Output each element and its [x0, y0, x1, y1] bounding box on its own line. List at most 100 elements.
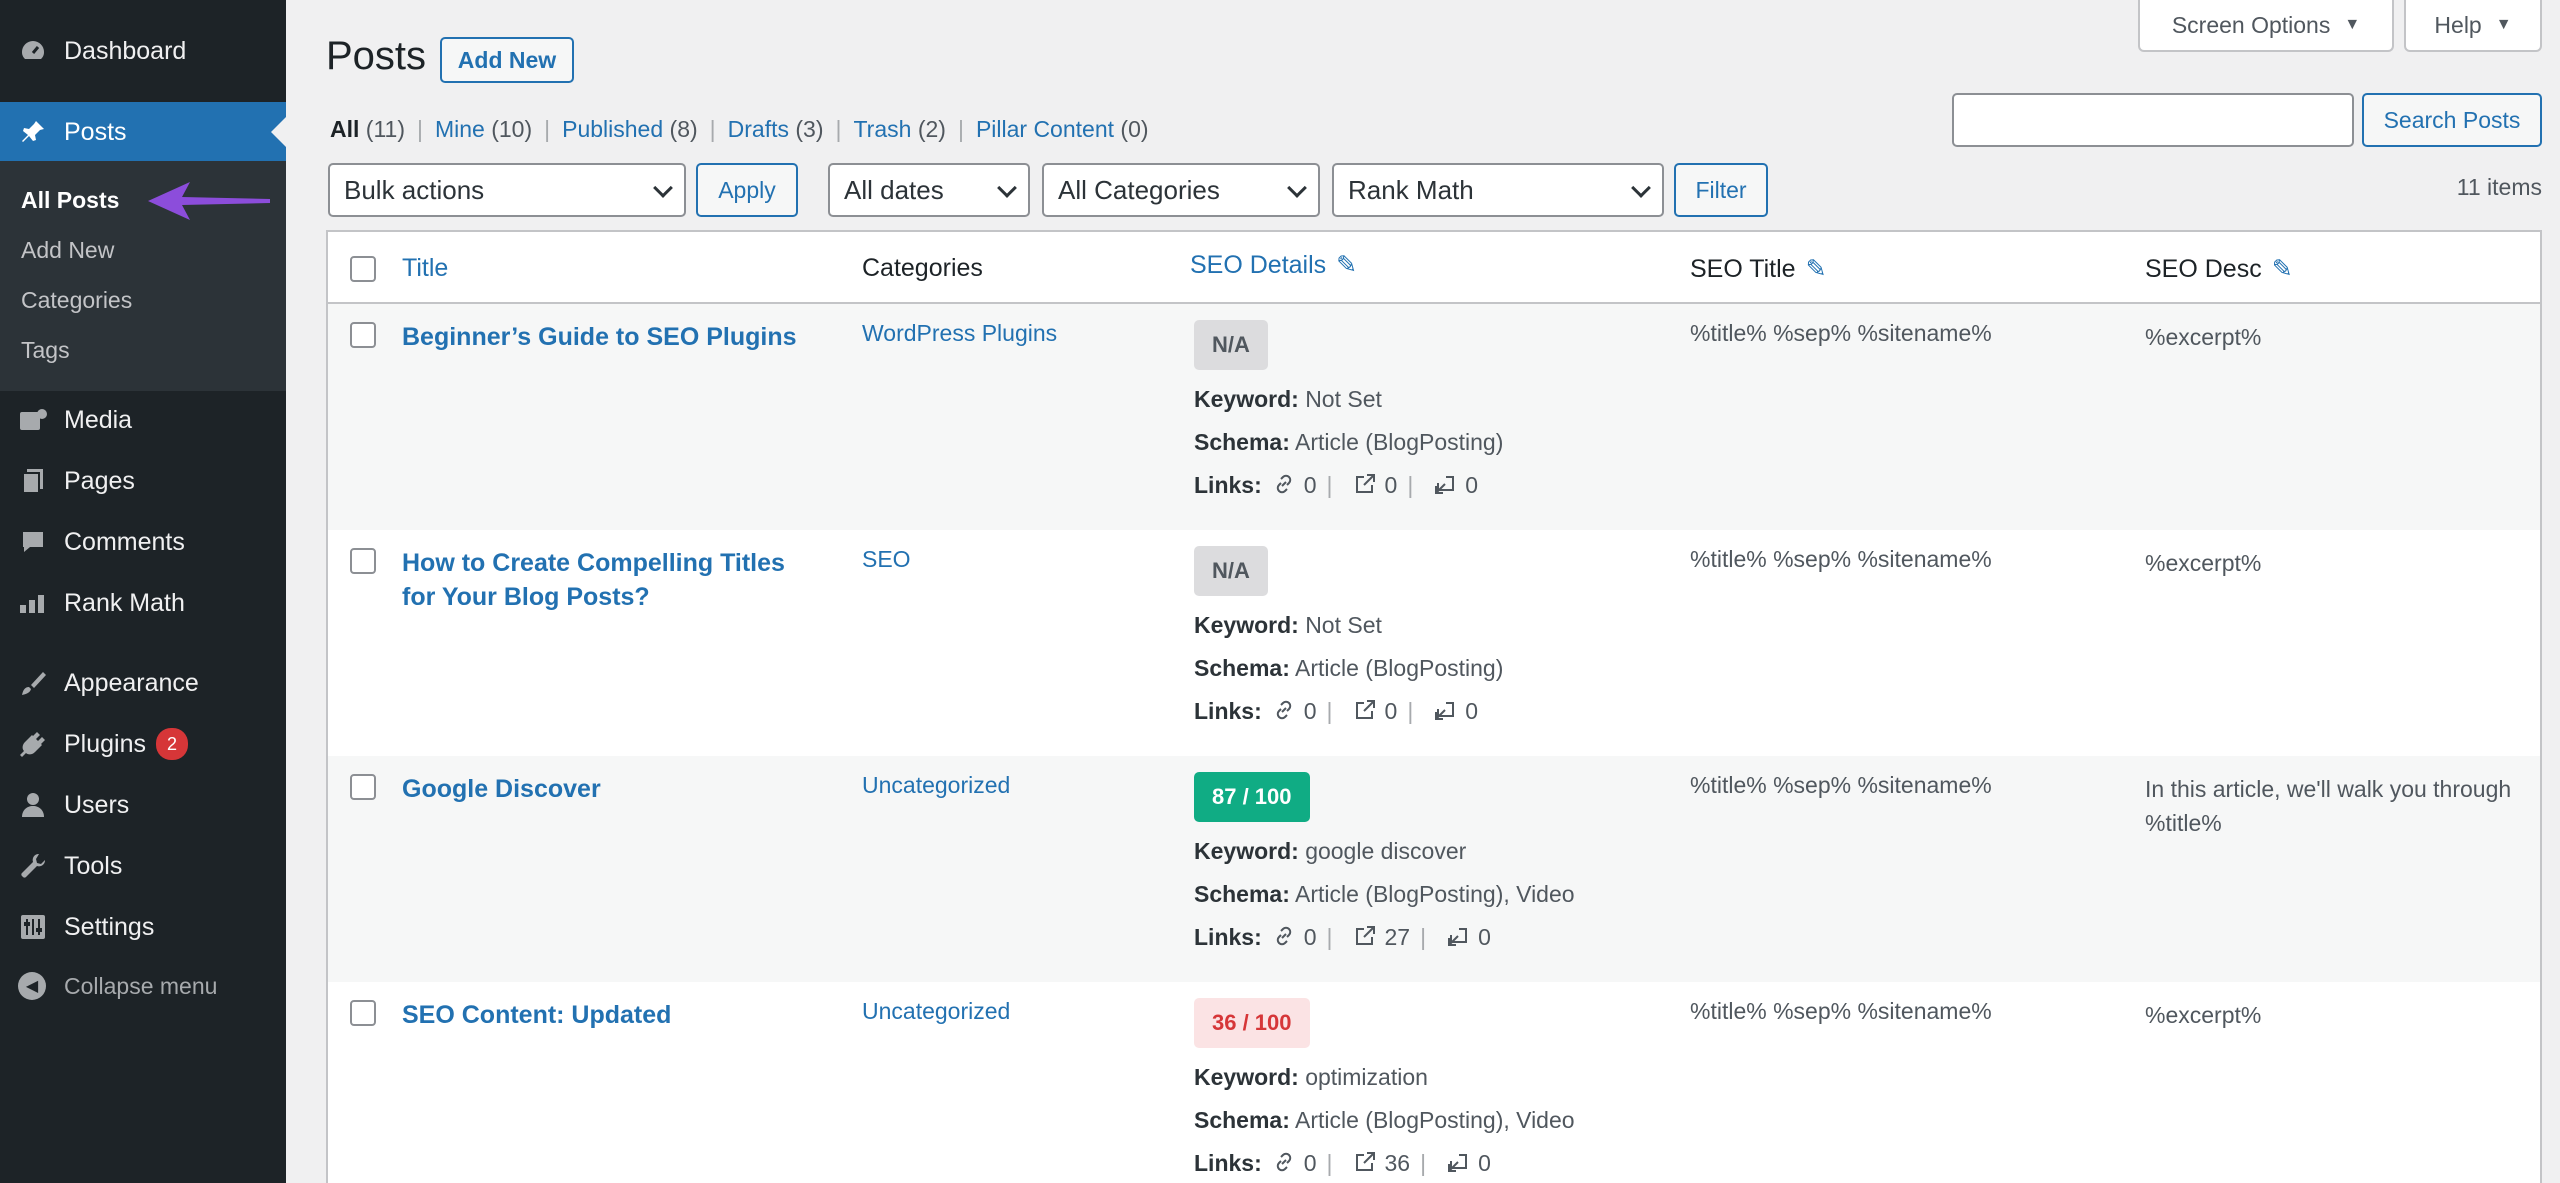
menu-appearance[interactable]: Appearance: [0, 653, 286, 713]
menu-label: Pages: [64, 466, 135, 495]
help-button[interactable]: Help ▼: [2404, 0, 2542, 52]
keyword-label: Keyword:: [1194, 1064, 1299, 1090]
post-title-link[interactable]: SEO Content: Updated: [402, 998, 802, 1032]
internal-links-count: 0: [1303, 1150, 1317, 1177]
view-drafts[interactable]: Drafts: [728, 116, 789, 142]
plugin-update-badge: 2: [156, 728, 188, 760]
menu-rank-math[interactable]: Rank Math: [0, 573, 286, 633]
links-line: Links: 0 | 36 | 0: [1194, 1150, 1491, 1180]
incoming-link-icon: [1446, 1150, 1470, 1180]
external-link-icon: [1353, 472, 1377, 502]
screen-options-button[interactable]: Screen Options ▼: [2138, 0, 2394, 52]
incoming-links-count: 0: [1465, 472, 1479, 499]
row-checkbox[interactable]: [350, 774, 376, 800]
incoming-link-icon: [1446, 924, 1470, 954]
post-title-link[interactable]: How to Create Compelling Titles for Your…: [402, 546, 802, 614]
link-icon: [1272, 472, 1296, 502]
row-checkbox[interactable]: [350, 1000, 376, 1026]
keyword-line: Keyword: Not Set: [1194, 612, 1382, 639]
submenu-add-new[interactable]: Add New: [21, 237, 114, 264]
seo-title-value: %title% %sep% %sitename%: [1690, 772, 1992, 798]
page-title: Posts: [326, 34, 427, 78]
view-trash[interactable]: Trash: [853, 116, 911, 142]
menu-plugins[interactable]: Plugins 2: [0, 714, 286, 774]
post-title-link[interactable]: Beginner’s Guide to SEO Plugins: [402, 320, 802, 354]
menu-comments[interactable]: Comments: [0, 512, 286, 572]
links-label: Links:: [1194, 1150, 1262, 1177]
menu-posts[interactable]: Posts: [0, 102, 286, 162]
pages-icon: [18, 466, 48, 496]
view-all[interactable]: All: [330, 116, 359, 142]
row-checkbox[interactable]: [350, 322, 376, 348]
external-link-icon: [1353, 1150, 1377, 1180]
dates-select[interactable]: All dates: [828, 163, 1030, 217]
column-categories: Categories: [862, 254, 983, 282]
schema-value: Article (BlogPosting): [1295, 655, 1504, 681]
pencil-icon[interactable]: ✎: [1336, 250, 1357, 280]
incoming-links-count: 0: [1478, 1150, 1491, 1177]
comments-icon: [18, 527, 48, 557]
seo-score-badge: 87 / 100: [1194, 772, 1310, 822]
links-line: Links: 0 | 0 | 0: [1194, 472, 1478, 502]
schema-label: Schema:: [1194, 881, 1290, 907]
pencil-icon[interactable]: ✎: [1806, 254, 1827, 284]
submenu-tags[interactable]: Tags: [21, 337, 70, 364]
menu-pages[interactable]: Pages: [0, 451, 286, 511]
post-status-views: All (11) | Mine (10) | Published (8) | Drafts …: [330, 116, 1149, 142]
links-label: Links:: [1194, 472, 1262, 499]
post-category-link[interactable]: SEO: [862, 546, 911, 573]
media-icon: [18, 405, 48, 435]
menu-settings[interactable]: Settings: [0, 897, 286, 957]
menu-tools[interactable]: Tools: [0, 836, 286, 896]
filter-button[interactable]: Filter: [1674, 163, 1768, 217]
links-label: Links:: [1194, 698, 1262, 725]
add-new-button[interactable]: Add New: [440, 37, 574, 83]
internal-links-count: 0: [1303, 924, 1317, 951]
submenu-all-posts[interactable]: All Posts: [21, 187, 119, 214]
seo-score-badge: N/A: [1194, 546, 1268, 596]
view-mine[interactable]: Mine: [435, 116, 485, 142]
submenu-categories[interactable]: Categories: [21, 287, 132, 314]
incoming-links-count: 0: [1465, 698, 1479, 725]
post-title-link[interactable]: Google Discover: [402, 772, 802, 806]
seo-title-value: %title% %sep% %sitename%: [1690, 998, 1992, 1024]
links-line: Links: 0 | 0 | 0: [1194, 698, 1478, 728]
bulk-actions-select[interactable]: Bulk actions: [328, 163, 686, 217]
schema-line: Schema: Article (BlogPosting), Video: [1194, 881, 1575, 908]
links-line: Links: 0 | 27 | 0: [1194, 924, 1491, 954]
menu-media[interactable]: Media: [0, 390, 286, 450]
column-title[interactable]: Title: [402, 254, 448, 283]
categories-select[interactable]: All Categories: [1042, 163, 1320, 217]
search-input[interactable]: [1952, 93, 2354, 147]
post-category-link[interactable]: Uncategorized: [862, 998, 1010, 1025]
chevron-down-icon: [1287, 178, 1307, 198]
menu-dashboard[interactable]: Dashboard: [0, 21, 286, 81]
annotation-arrow: [148, 182, 270, 220]
dashboard-icon: [18, 36, 48, 66]
link-icon: [1272, 1150, 1296, 1180]
pencil-icon[interactable]: ✎: [2272, 254, 2293, 284]
select-all-checkbox[interactable]: [350, 256, 376, 282]
schema-value: Article (BlogPosting): [1295, 429, 1504, 455]
view-published[interactable]: Published: [562, 116, 663, 142]
column-seo-details[interactable]: SEO Details ✎: [1190, 250, 1357, 280]
schema-label: Schema:: [1194, 1107, 1290, 1133]
table-row: Google Discover Uncategorized 87 / 100 K…: [328, 756, 2540, 982]
table-row: SEO Content: Updated Uncategorized 36 / …: [328, 982, 2540, 1183]
post-category-link[interactable]: Uncategorized: [862, 772, 1010, 799]
post-category-link[interactable]: WordPress Plugins: [862, 320, 1057, 347]
screen-options-label: Screen Options: [2171, 11, 2331, 38]
rank-math-select[interactable]: Rank Math: [1332, 163, 1664, 217]
seo-score-badge: 36 / 100: [1194, 998, 1310, 1048]
collapse-menu-button[interactable]: ◀ Collapse menu: [18, 972, 217, 1000]
apply-button[interactable]: Apply: [696, 163, 798, 217]
row-checkbox[interactable]: [350, 548, 376, 574]
menu-users[interactable]: Users: [0, 775, 286, 835]
help-label: Help: [2434, 11, 2482, 38]
search-posts-button[interactable]: Search Posts: [2362, 93, 2542, 147]
column-seo-details-label: SEO Details: [1190, 251, 1327, 279]
view-pillar-content[interactable]: Pillar Content: [976, 116, 1114, 142]
bulk-actions-value: Bulk actions: [344, 174, 485, 205]
incoming-link-icon: [1433, 698, 1457, 728]
incoming-links-count: 0: [1478, 924, 1491, 951]
